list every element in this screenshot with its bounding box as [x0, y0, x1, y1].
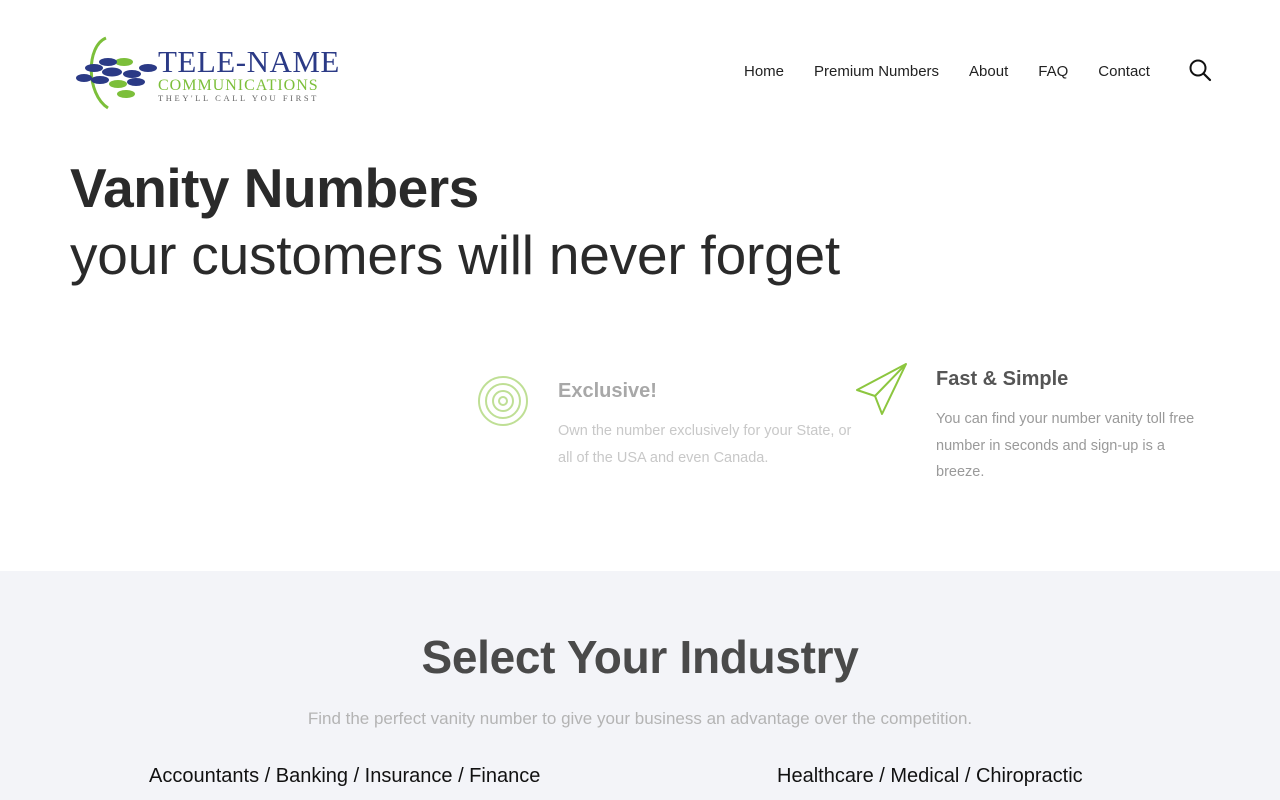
nav-faq[interactable]: FAQ: [1038, 62, 1068, 82]
nav-premium-numbers[interactable]: Premium Numbers: [814, 62, 939, 82]
feature-title: Exclusive!: [558, 380, 657, 402]
brand-name: TELE-NAME: [158, 44, 340, 79]
feature-title: Fast & Simple: [936, 368, 1069, 390]
site-logo[interactable]: TELE-NAME COMMUNICATIONS THEY'LL CALL YO…: [72, 36, 342, 110]
nav-contact[interactable]: Contact: [1098, 62, 1150, 82]
hero-title: Vanity Numbers: [70, 157, 479, 219]
industry-subtitle: Find the perfect vanity number to give y…: [307, 709, 973, 728]
industry-link-healthcare[interactable]: Healthcare / Medical / Chiropractic: [777, 764, 1083, 788]
hero-subtitle: your customers will never forget: [70, 224, 840, 286]
brand-tagline: THEY'LL CALL YOU FIRST: [158, 93, 319, 103]
industry-title: Select Your Industry: [421, 631, 859, 683]
nav-about[interactable]: About: [969, 62, 1008, 82]
site-header: TELE-NAME COMMUNICATIONS THEY'LL CALL YO…: [0, 0, 1280, 140]
search-icon: [1189, 59, 1212, 82]
feature-description: Own the number exclusively for your Stat…: [558, 423, 852, 466]
main-nav: Home Premium Numbers About FAQ Contact: [744, 62, 1180, 82]
industry-link-finance[interactable]: Accountants / Banking / Insurance / Fina…: [149, 764, 540, 788]
target-icon: [478, 376, 528, 426]
nav-home[interactable]: Home: [744, 62, 784, 82]
industry-section: Select Your Industry Find the perfect va…: [0, 571, 1280, 800]
brand-sub: COMMUNICATIONS: [158, 77, 319, 94]
logo-mark-icon: [76, 36, 157, 110]
paper-plane-icon: [856, 363, 907, 415]
search-button[interactable]: [1188, 58, 1212, 82]
feature-description: You can find your number vanity toll fre…: [936, 411, 1195, 480]
